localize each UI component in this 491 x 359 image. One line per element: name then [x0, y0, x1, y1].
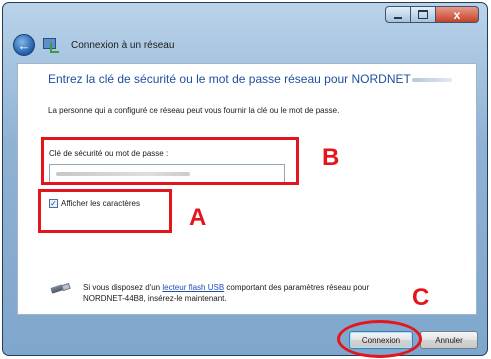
back-arrow-icon: ← — [17, 37, 31, 53]
instruction-heading: Entrez la clé de sécurité ou le mot de p… — [48, 72, 452, 86]
annotation-ellipse-c — [337, 320, 422, 358]
maximize-button[interactable] — [411, 6, 436, 23]
usb-text-prefix: Si vous disposez d'un — [83, 283, 163, 292]
cancel-button[interactable]: Annuler — [420, 331, 478, 349]
window-controls: x — [385, 6, 479, 25]
usb-text-line2: NORDNET-44B8, insérez-le maintenant. — [83, 294, 227, 303]
instruction-text: Entrez la clé de sécurité ou le mot de p… — [48, 72, 411, 86]
annotation-label-c: C — [412, 284, 430, 311]
usb-flash-link[interactable]: lecteur flash USB — [162, 283, 224, 292]
usb-drive-icon — [50, 282, 71, 294]
close-button[interactable]: x — [436, 6, 479, 23]
annotation-label-a: A — [189, 204, 207, 231]
annotation-label-b: B — [322, 144, 340, 171]
usb-text-suffix: comportant des paramètres réseau pour — [224, 283, 370, 292]
annotation-box-a — [38, 189, 172, 233]
maximize-icon — [418, 10, 428, 19]
usb-instructions: Si vous disposez d'un lecteur flash USB … — [83, 282, 369, 304]
redacted-network-name — [411, 77, 452, 82]
description-text: La personne qui a configuré ce réseau pe… — [48, 106, 340, 115]
network-icon — [43, 37, 59, 53]
window-title: Connexion à un réseau — [71, 39, 175, 51]
nav-bar: ← Connexion à un réseau — [13, 33, 174, 57]
minimize-button[interactable] — [385, 6, 411, 23]
minimize-icon — [394, 16, 402, 19]
back-button[interactable]: ← — [13, 34, 35, 56]
close-icon: x — [453, 7, 461, 22]
annotation-box-b — [41, 137, 299, 185]
